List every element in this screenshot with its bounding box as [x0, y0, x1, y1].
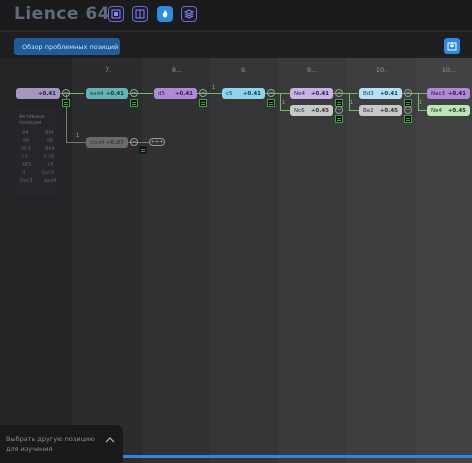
connector: [280, 110, 290, 111]
panel-row: Nc3 Bb4: [21, 146, 55, 152]
expand-button[interactable]: +++: [149, 138, 165, 146]
notes-icon[interactable]: [199, 99, 207, 107]
position-node[interactable]: d5 +0.41: [154, 88, 197, 99]
position-panel: Активные позиции e4 Bf4 d4 d5 Nc3 Bb4 c3 b c…: [14, 108, 62, 196]
column-header: 8...: [171, 66, 183, 74]
column-header: 9.: [240, 66, 248, 74]
column-bg: [210, 58, 278, 463]
branch-number: 1: [350, 100, 354, 106]
collapse-icon[interactable]: −: [404, 89, 412, 97]
collapse-icon[interactable]: −: [130, 89, 138, 97]
collapse-icon[interactable]: −: [267, 89, 275, 97]
column-bg: [416, 58, 472, 463]
panel-row: e4 Bf4: [22, 130, 54, 136]
column-bg: [72, 58, 142, 463]
board-icon[interactable]: [108, 6, 124, 22]
position-node[interactable]: Nc6 +0.45: [290, 105, 333, 116]
position-node[interactable]: Ne4 +0.41: [290, 88, 333, 99]
column-header: 10...: [441, 66, 457, 74]
collapse-icon[interactable]: −: [404, 106, 412, 114]
notes-icon[interactable]: [335, 115, 343, 123]
collapse-icon[interactable]: −: [130, 138, 138, 146]
problem-positions-tab[interactable]: Обзор проблемных позиций: [14, 38, 120, 55]
position-node[interactable]: Bd3 +0.41: [359, 88, 402, 99]
position-node[interactable]: exd4 +0.41: [86, 88, 128, 99]
progress-line: [123, 455, 472, 458]
position-node[interactable]: Be2 +0.45: [359, 105, 402, 116]
column-header: 7.: [104, 66, 112, 74]
collapse-icon[interactable]: −: [335, 89, 343, 97]
position-node[interactable]: Ne4 +0.45: [427, 105, 470, 116]
branch-number: 1: [76, 133, 80, 139]
layout-icon[interactable]: [132, 6, 148, 22]
panel-title: Активные позиции: [19, 114, 45, 126]
column-bg: [142, 58, 210, 463]
top-bar: Lience 64: [0, 0, 472, 30]
stack-icon[interactable]: [181, 6, 197, 22]
notes-icon[interactable]: [267, 99, 275, 107]
collapse-icon[interactable]: −: [199, 89, 207, 97]
branch-number: 1: [212, 85, 216, 91]
position-node[interactable]: Qxd4 +0.07: [86, 137, 128, 148]
panel-row: c3 b c6: [21, 154, 55, 160]
notes-icon[interactable]: [139, 146, 147, 154]
panel-row: d Qxc3: [22, 170, 54, 176]
choose-position-text: Выбрать другую позицию для изучения: [6, 435, 95, 453]
collapse-icon[interactable]: −: [62, 89, 70, 97]
flame-icon[interactable]: [157, 6, 173, 22]
panel-row: Nf3 c5: [22, 162, 54, 168]
download-icon[interactable]: [444, 38, 460, 54]
notes-icon[interactable]: [130, 99, 138, 107]
app-logo: Lience 64: [14, 4, 110, 24]
connector: [66, 142, 86, 143]
panel-row: Qxc3 exd4: [19, 178, 57, 184]
column-header: 9...: [306, 66, 318, 74]
choose-position-panel[interactable]: Выбрать другую позицию для изучения: [0, 425, 123, 463]
notes-icon[interactable]: [404, 115, 412, 123]
chevron-up-icon[interactable]: [104, 436, 116, 444]
branch-number: 1: [419, 100, 423, 106]
position-node[interactable]: c5 +0.41: [222, 88, 265, 99]
position-node[interactable]: +0.41: [16, 88, 60, 99]
panel-row: d4 d5: [22, 138, 54, 144]
column-header: 10.: [375, 66, 387, 74]
connector: [418, 110, 427, 111]
connector: [349, 110, 359, 111]
branch-number: 1: [282, 100, 286, 106]
connector: [280, 93, 281, 110]
notes-icon[interactable]: [62, 99, 70, 107]
collapse-icon[interactable]: −: [335, 106, 343, 114]
position-node[interactable]: Nac3 +0.41: [427, 88, 470, 99]
